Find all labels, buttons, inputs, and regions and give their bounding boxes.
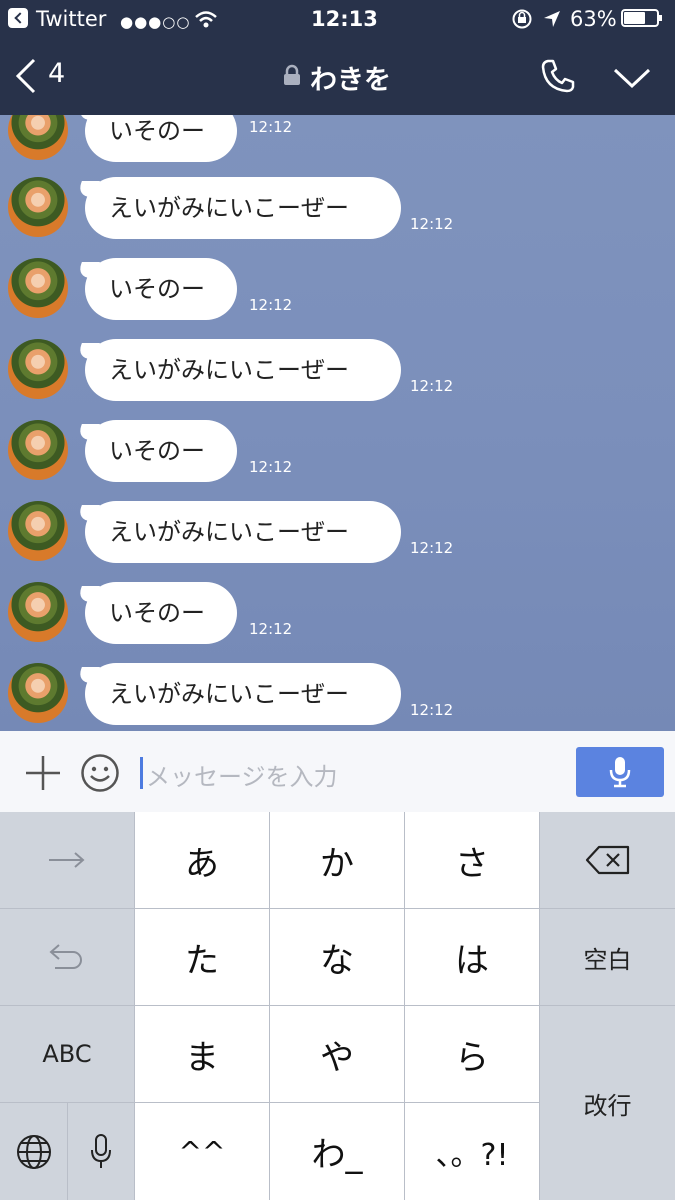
return-key[interactable]: 改行 — [540, 1006, 675, 1200]
clock: 12:13 — [311, 7, 378, 31]
avatar[interactable] — [8, 420, 68, 480]
avatar[interactable] — [8, 501, 68, 561]
chat-title: わきを — [310, 65, 391, 96]
back-button[interactable]: 4 — [14, 56, 74, 96]
back-to-app-icon[interactable] — [8, 8, 28, 28]
message-time: 12:12 — [249, 118, 293, 136]
delete-key[interactable] — [540, 812, 675, 908]
message-bubble[interactable]: えいがみにいこーぜー — [85, 177, 401, 239]
kana-key-na[interactable]: な — [270, 909, 404, 1005]
lock-icon — [284, 64, 300, 85]
message-bubble[interactable]: いそのー — [85, 258, 237, 320]
avatar[interactable] — [8, 339, 68, 399]
message-bubble[interactable]: いそのー — [85, 420, 237, 482]
plus-icon[interactable] — [24, 754, 62, 792]
message-input-placeholder: メッセージを入力 — [146, 763, 338, 791]
unread-count: 4 — [48, 58, 66, 89]
rotation-lock-icon — [512, 9, 532, 29]
kana-key-ta[interactable]: た — [135, 909, 269, 1005]
globe-key[interactable] — [0, 1103, 67, 1200]
chat-header: 4 わきを — [0, 38, 675, 115]
signal-strength-icon: ●●●○○ — [120, 13, 191, 31]
message-input-bar: メッセージを入力 — [0, 731, 675, 812]
wifi-icon — [195, 11, 217, 28]
message-time: 12:12 — [410, 539, 454, 557]
avatar[interactable] — [8, 115, 68, 160]
message-time: 12:12 — [249, 620, 293, 638]
avatar[interactable] — [8, 177, 68, 237]
message-row: えいがみにいこーぜー 12:12 — [0, 339, 675, 409]
message-time: 12:12 — [410, 701, 454, 719]
backspace-icon — [585, 845, 629, 875]
kana-key-ya[interactable]: や — [270, 1006, 404, 1102]
message-bubble[interactable]: えいがみにいこーぜー — [85, 663, 401, 725]
message-row: いそのー 12:12 — [0, 420, 675, 490]
kana-key-ha[interactable]: は — [405, 909, 539, 1005]
battery-percent: 63% — [570, 7, 617, 31]
message-row: えいがみにいこーぜー 12:12 — [0, 501, 675, 571]
phone-icon[interactable] — [540, 58, 576, 94]
punctuation-key[interactable]: 、。?! — [405, 1103, 539, 1200]
message-row: いそのー 12:12 — [0, 115, 675, 170]
message-time: 12:12 — [410, 215, 454, 233]
space-key[interactable]: 空白 — [540, 909, 675, 1005]
japanese-kana-keyboard: ABC あ か さ た な は ま や ら ^^ わ_ 、。?! 空白 改行 — [0, 812, 675, 1200]
message-input[interactable]: メッセージを入力 — [140, 755, 560, 791]
arrow-right-icon — [49, 852, 85, 868]
message-time: 12:12 — [249, 458, 293, 476]
undo-key[interactable] — [0, 909, 134, 1005]
kana-key-a[interactable]: あ — [135, 812, 269, 908]
message-row: いそのー 12:12 — [0, 258, 675, 328]
status-bar: Twitter ●●●○○ 12:13 63% — [0, 0, 675, 38]
emoji-icon[interactable] — [80, 753, 120, 793]
abc-key-label: ABC — [42, 1040, 92, 1068]
avatar[interactable] — [8, 258, 68, 318]
kana-key-ra[interactable]: ら — [405, 1006, 539, 1102]
message-bubble[interactable]: えいがみにいこーぜー — [85, 501, 401, 563]
message-bubble[interactable]: いそのー — [85, 115, 237, 162]
chevron-down-icon[interactable] — [612, 66, 652, 90]
message-row: えいがみにいこーぜー 12:12 — [0, 177, 675, 247]
message-bubble[interactable]: いそのー — [85, 582, 237, 644]
text-cursor — [140, 757, 143, 789]
microphone-icon — [91, 1133, 111, 1168]
message-bubble[interactable]: えいがみにいこーぜー — [85, 339, 401, 401]
back-app-label[interactable]: Twitter — [36, 6, 106, 32]
dictation-key[interactable] — [68, 1103, 134, 1200]
undo-icon — [49, 944, 82, 969]
battery-icon — [621, 9, 662, 27]
microphone-icon — [609, 757, 631, 788]
avatar[interactable] — [8, 663, 68, 723]
kana-key-ka[interactable]: か — [270, 812, 404, 908]
message-list[interactable]: いそのー 12:12 えいがみにいこーぜー 12:12 いそのー 12:12 え… — [0, 115, 675, 731]
kana-key-sa[interactable]: さ — [405, 812, 539, 908]
message-row: いそのー 12:12 — [0, 582, 675, 652]
globe-icon — [16, 1134, 51, 1169]
message-time: 12:12 — [410, 377, 454, 395]
next-candidate-key[interactable] — [0, 812, 134, 908]
message-time: 12:12 — [249, 296, 293, 314]
location-icon — [544, 11, 560, 27]
kana-key-ma[interactable]: ま — [135, 1006, 269, 1102]
voice-message-button[interactable] — [576, 747, 664, 797]
avatar[interactable] — [8, 582, 68, 642]
kana-key-wa[interactable]: わ_ — [270, 1103, 404, 1200]
abc-key[interactable]: ABC — [0, 1006, 134, 1102]
kaomoji-key[interactable]: ^^ — [135, 1103, 269, 1200]
chevron-left-icon — [15, 58, 36, 94]
message-row: えいがみにいこーぜー 12:12 — [0, 663, 675, 731]
